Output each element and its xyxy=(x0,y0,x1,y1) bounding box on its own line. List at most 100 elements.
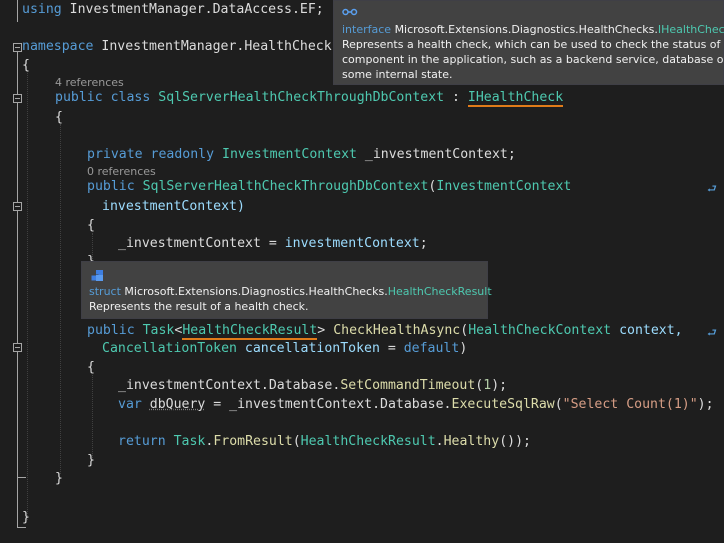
quickinfo-tooltip-struct: struct Microsoft.Extensions.Diagnostics.… xyxy=(81,261,492,319)
keyword-using: using xyxy=(22,2,62,17)
tooltip-signature: struct Microsoft.Extensions.Diagnostics.… xyxy=(89,284,492,299)
tooltip-signature: interface Microsoft.Extensions.Diagnosti… xyxy=(342,22,724,37)
keyword-var: var xyxy=(118,397,142,412)
type-name: HealthCheckResult xyxy=(300,434,436,449)
code-line-statement[interactable]: _investmentContext.Database.SetCommandTi… xyxy=(118,376,507,395)
keyword-public: public xyxy=(87,323,135,338)
word-wrap-icon: ⮐ xyxy=(707,182,717,195)
param-type: HealthCheckContext xyxy=(468,323,612,338)
tooltip-namespace: Microsoft.Extensions.Diagnostics.HealthC… xyxy=(124,285,388,298)
param-name: context, xyxy=(611,323,683,338)
collapse-method-icon[interactable] xyxy=(13,343,22,352)
tooltip-description-line: Represents a health check, which can be … xyxy=(342,38,724,51)
dot: . xyxy=(435,434,444,449)
code-line-return[interactable]: return Task. FromResult(HealthCheckResult… xyxy=(118,432,531,451)
code-editor[interactable]: using InvestmentManager.DataAccess.EF; n… xyxy=(0,0,724,543)
method-call: SetCommandTimeout xyxy=(340,378,476,393)
code-line-field[interactable]: private readonly InvestmentContext _inve… xyxy=(87,145,516,164)
collapse-namespace-icon[interactable] xyxy=(13,43,22,52)
tooltip-namespace: Microsoft.Extensions.Diagnostics.HealthC… xyxy=(394,23,658,36)
assign-target: _investmentContext = xyxy=(118,236,285,251)
tooltip-type: HealthCheckResult xyxy=(387,285,492,298)
code-line-brace[interactable]: { xyxy=(22,56,30,75)
keyword-return: return xyxy=(118,434,166,449)
code-line-assignment[interactable]: _investmentContext = investmentContext; xyxy=(118,234,428,253)
param-name: investmentContext) xyxy=(102,199,245,214)
param-name: cancellationToken xyxy=(236,341,380,356)
method-call: Healthy xyxy=(443,434,500,449)
using-namespace: InvestmentManager.DataAccess.EF; xyxy=(69,2,324,17)
method-call: FromResult xyxy=(213,434,293,449)
method-name: CheckHealthAsync xyxy=(333,323,461,338)
assign-source: investmentContext xyxy=(284,236,420,251)
outline-line xyxy=(17,211,18,259)
number-literal: 1 xyxy=(483,378,492,393)
keyword-public: public xyxy=(55,90,103,105)
equals: = xyxy=(379,341,404,356)
generic-arg-highlighted[interactable]: HealthCheckResult xyxy=(182,323,318,340)
code-line-class[interactable]: public class SqlServerHealthCheckThrough… xyxy=(55,88,564,107)
code-line-brace[interactable]: } xyxy=(55,469,63,488)
paren: ( xyxy=(460,323,469,338)
code-line-statement[interactable]: var dbQuery = _investmentContext.Databas… xyxy=(118,395,714,414)
field-name: _investmentContext; xyxy=(356,147,516,162)
indent-guide xyxy=(60,124,61,474)
code-line-constructor-cont[interactable]: investmentContext) xyxy=(102,197,245,216)
field-type: InvestmentContext xyxy=(222,147,357,162)
string-literal: "Select Count(1)" xyxy=(562,397,698,412)
brace: { xyxy=(87,218,95,233)
base-interface-highlighted[interactable]: IHealthCheck xyxy=(467,90,564,107)
interface-icon xyxy=(342,7,358,20)
type-task: Task xyxy=(142,323,175,338)
brace: } xyxy=(55,471,63,486)
variable-name: dbQuery xyxy=(149,397,206,412)
generic-close: > xyxy=(317,323,326,338)
method-call: ExecuteSqlRaw xyxy=(451,397,555,412)
quickinfo-tooltip-interface: interface Microsoft.Extensions.Diagnosti… xyxy=(333,0,724,85)
param-type: InvestmentContext xyxy=(436,179,572,194)
brace: } xyxy=(22,510,30,525)
code-line-brace[interactable]: { xyxy=(87,216,95,235)
code-line-brace[interactable]: { xyxy=(55,108,63,127)
tooltip-description: Represents the result of a health check. xyxy=(89,300,309,313)
collapse-class-icon[interactable] xyxy=(13,94,22,103)
brace: { xyxy=(87,360,95,375)
paren: ( xyxy=(554,397,563,412)
word-wrap-icon: ⮐ xyxy=(707,326,717,339)
keyword-private-readonly: private readonly xyxy=(87,147,215,162)
paren: ( xyxy=(292,434,301,449)
code-line-brace[interactable]: { xyxy=(87,358,95,377)
paren: ()); xyxy=(499,434,531,449)
param-type: CancellationToken xyxy=(102,341,237,356)
code-line-method[interactable]: public Task<HealthCheckResult> CheckHeal… xyxy=(87,321,683,340)
code-line-brace[interactable]: } xyxy=(87,451,95,470)
keyword-class: class xyxy=(110,90,151,105)
keyword-default: default xyxy=(403,341,460,356)
tooltip-type: IHealthCheck xyxy=(657,23,724,36)
indent-guide xyxy=(27,70,28,520)
tooltip-description-line: some internal state. xyxy=(342,68,453,81)
brace: { xyxy=(22,58,30,73)
code-line-brace[interactable]: } xyxy=(22,508,30,527)
code-line-using[interactable]: using InvestmentManager.DataAccess.EF; xyxy=(22,0,324,19)
collapse-constructor-icon[interactable] xyxy=(13,202,22,211)
outline-line xyxy=(17,527,26,528)
keyword-public: public xyxy=(87,179,135,194)
code-line-method-cont[interactable]: CancellationToken cancellationToken = de… xyxy=(102,339,467,358)
paren: ); xyxy=(697,397,714,412)
tooltip-description-line: component in the application, such as a … xyxy=(342,53,724,66)
type-task: Task xyxy=(173,434,206,449)
semicolon: ; xyxy=(419,236,428,251)
member-access: = _investmentContext.Database. xyxy=(205,397,452,412)
tooltip-kind: struct xyxy=(89,285,121,298)
outline-line xyxy=(17,0,18,22)
outline-line xyxy=(17,477,26,478)
class-name: SqlServerHealthCheckThroughDbContext xyxy=(158,90,445,105)
paren: ); xyxy=(491,378,508,393)
paren: ) xyxy=(459,341,468,356)
brace: { xyxy=(55,110,63,125)
code-line-constructor[interactable]: public SqlServerHealthCheckThroughDbCont… xyxy=(87,177,571,196)
tooltip-kind: interface xyxy=(342,23,392,36)
code-line-namespace[interactable]: namespace InvestmentManager.HealthCheck xyxy=(22,37,332,56)
struct-icon xyxy=(90,270,105,282)
